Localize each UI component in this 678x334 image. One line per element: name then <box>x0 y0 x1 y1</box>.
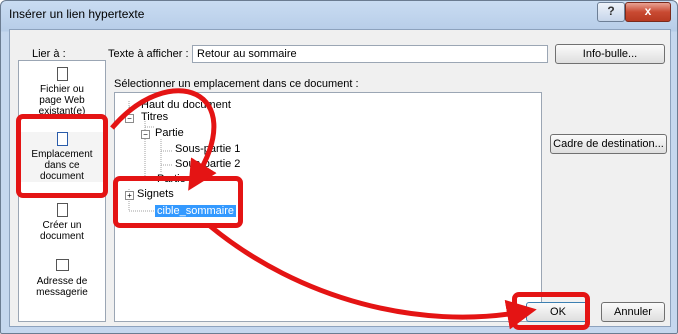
dialog-body: Lier à : Texte à afficher : Retour au so… <box>9 29 671 327</box>
tree-node-subpart-2[interactable]: Sous-partie 2 <box>175 158 240 170</box>
link-option-label: page Web <box>39 95 85 106</box>
web-page-icon <box>56 67 69 82</box>
help-button[interactable]: ? <box>597 2 625 22</box>
email-icon <box>55 259 69 274</box>
collapse-icon[interactable]: − <box>125 114 134 123</box>
collapse-icon[interactable]: − <box>141 130 150 139</box>
link-option-label: document <box>40 231 84 242</box>
link-option-email-address[interactable]: Adresse de messagerie <box>19 259 105 298</box>
link-option-label: Fichier ou <box>40 84 84 95</box>
dialog-title: Insérer un lien hypertexte <box>9 7 145 21</box>
select-place-label: Sélectionner un emplacement dans ce docu… <box>114 78 359 90</box>
close-button[interactable]: x <box>625 2 671 22</box>
display-text-label: Texte à afficher : <box>108 48 189 60</box>
link-option-label: messagerie <box>36 287 88 298</box>
tree-node-headings[interactable]: Titres <box>141 111 168 123</box>
link-option-label: Créer un <box>42 220 82 231</box>
cancel-button[interactable]: Annuler <box>601 302 665 322</box>
link-to-label: Lier à : <box>32 48 66 60</box>
display-text-input[interactable]: Retour au sommaire <box>192 45 548 63</box>
tree-node-top[interactable]: Haut du document <box>141 99 231 111</box>
highlight-ok <box>512 292 590 330</box>
tree-node-subpart-1[interactable]: Sous-partie 1 <box>175 143 240 155</box>
tooltip-button[interactable]: Info-bulle... <box>555 44 665 64</box>
link-option-existing-file[interactable]: Fichier ou page Web existant(e) <box>19 67 105 117</box>
new-document-icon <box>56 203 69 218</box>
highlight-bookmark <box>113 176 243 228</box>
title-bar: Insérer un lien hypertexte ? x <box>1 1 677 27</box>
link-option-create-document[interactable]: Créer un document <box>19 203 105 242</box>
highlight-place-in-document <box>16 114 108 198</box>
tree-node-part[interactable]: Partie <box>155 127 184 139</box>
link-option-label: Adresse de <box>36 276 88 287</box>
target-frame-button[interactable]: Cadre de destination... <box>550 134 667 154</box>
